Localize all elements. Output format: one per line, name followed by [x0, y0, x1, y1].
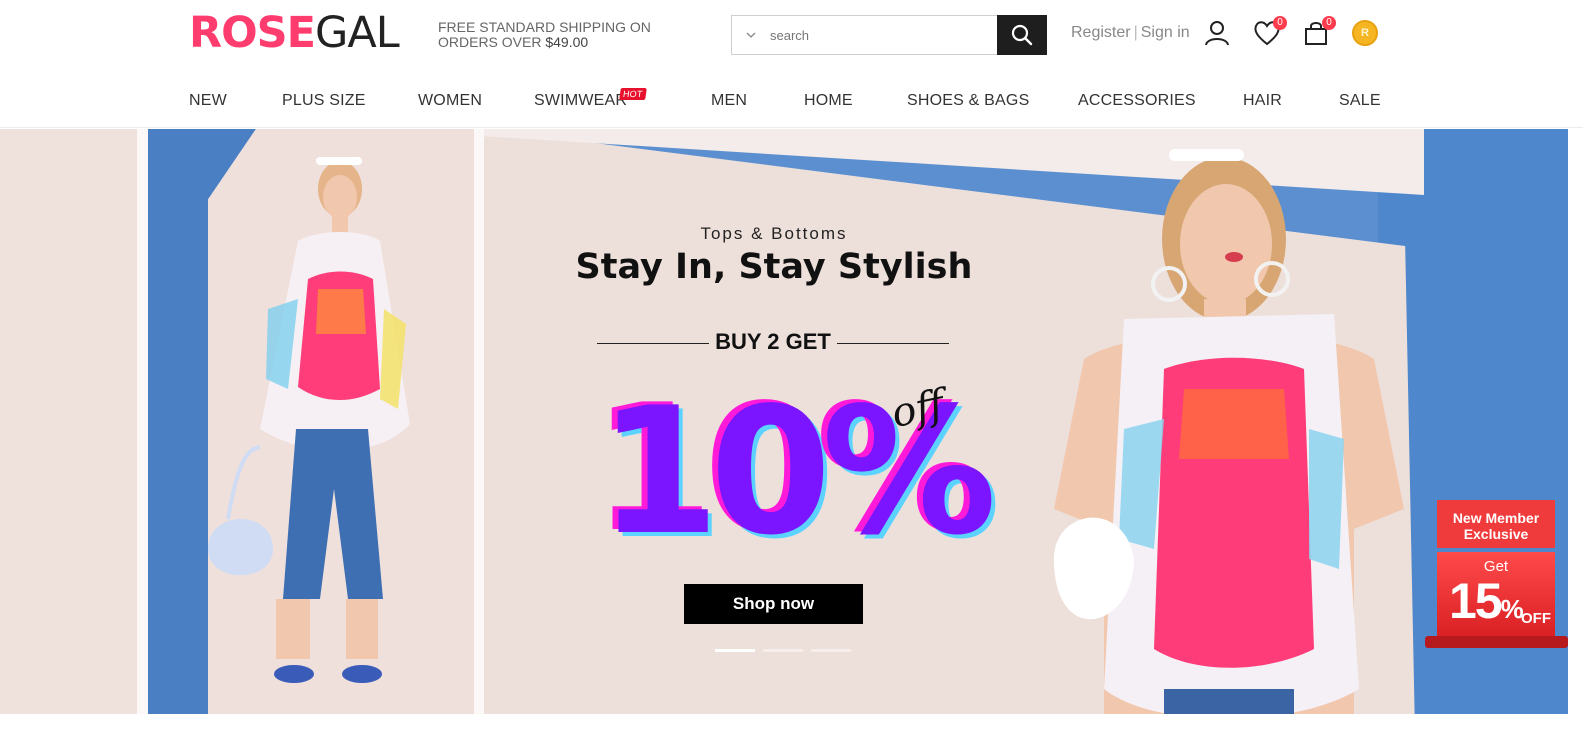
account-links: Register | Sign in	[1071, 24, 1190, 42]
shipping-notice: FREE STANDARD SHIPPING ON ORDERS OVER $4…	[438, 20, 708, 50]
member-offer-base	[1425, 636, 1568, 648]
register-link[interactable]: Register	[1071, 24, 1131, 41]
banner-image-left[interactable]	[148, 129, 474, 714]
nav-item-swimwear-label: SWIMWEAR	[534, 92, 628, 109]
carousel-dot[interactable]	[715, 649, 755, 652]
shipping-amount: $49.00	[545, 34, 589, 50]
nav-item-sale[interactable]: SALE	[1339, 92, 1381, 110]
wishlist-button[interactable]: 0	[1252, 16, 1287, 48]
user-button[interactable]	[1202, 18, 1232, 48]
model-photo-right	[1054, 149, 1404, 714]
promo-buy-text: BUY 2 GET	[715, 329, 831, 354]
nav-item-shoes-bags[interactable]: SHOES & BAGS	[907, 92, 1029, 110]
nav-item-plus-size[interactable]: PLUS SIZE	[282, 92, 366, 110]
promo-headline: Stay In, Stay Stylish	[575, 247, 973, 287]
new-member-offer-widget[interactable]: New Member Exclusive Get 15% OFF	[1425, 500, 1568, 650]
coin-icon[interactable]: R	[1352, 20, 1378, 46]
promo-discount-graphic: 10% 10% 10% off	[592, 368, 1006, 551]
model-photo-left	[208, 157, 410, 683]
nav-item-hair[interactable]: HAIR	[1243, 92, 1282, 110]
promo-kicker: Tops & Bottoms	[700, 224, 848, 243]
nav-item-swimwear[interactable]: SWIMWEAR HOT	[534, 88, 647, 110]
member-percent-sign: %	[1500, 594, 1524, 624]
main-nav: NEW PLUS SIZE WOMEN SWIMWEAR HOT MEN HOM…	[0, 70, 1583, 128]
site-header: ROSEGAL FREE STANDARD SHIPPING ON ORDERS…	[0, 0, 1583, 70]
member-offer-title: New Member Exclusive	[1437, 500, 1555, 548]
promo-block: Tops & Bottoms Stay In, Stay Stylish BUY…	[484, 129, 1064, 714]
hero-carousel[interactable]: Tops & Bottoms Stay In, Stay Stylish BUY…	[0, 129, 1568, 714]
nav-item-women[interactable]: WOMEN	[418, 92, 482, 110]
promo-offer-line: BUY 2 GET	[597, 329, 949, 359]
chevron-down-icon[interactable]	[744, 28, 758, 42]
wishlist-count-badge: 0	[1273, 16, 1287, 30]
banner-divider	[137, 129, 148, 714]
member-title-line2: Exclusive	[1463, 526, 1529, 542]
search-bar	[731, 15, 1047, 55]
nav-item-new[interactable]: NEW	[189, 92, 227, 110]
user-icon	[1205, 21, 1229, 46]
search-button[interactable]	[997, 15, 1047, 55]
brand-logo[interactable]: ROSEGAL	[189, 8, 400, 58]
logo-part-rose: ROSE	[189, 8, 316, 58]
banner-side-panel	[0, 129, 137, 714]
nav-item-home[interactable]: HOME	[804, 92, 853, 110]
member-title-line1: New Member	[1452, 510, 1540, 526]
search-input[interactable]	[770, 22, 990, 48]
member-offer-body: Get 15% OFF	[1437, 552, 1555, 638]
hot-badge: HOT	[619, 88, 647, 100]
nav-item-accessories[interactable]: ACCESSORIES	[1078, 92, 1196, 110]
cart-count-badge: 0	[1322, 16, 1336, 30]
logo-part-gal: GAL	[315, 8, 400, 58]
shop-now-button[interactable]: Shop now	[684, 584, 863, 624]
account-separator: |	[1133, 24, 1138, 41]
carousel-dot[interactable]	[763, 649, 803, 652]
member-percent: 15%	[1449, 572, 1524, 630]
search-icon	[1011, 24, 1033, 46]
cart-button[interactable]: 0	[1301, 16, 1336, 48]
nav-item-men[interactable]: MEN	[711, 92, 747, 110]
member-off-label: OFF	[1521, 610, 1551, 627]
carousel-indicators	[715, 649, 855, 652]
banner-divider	[474, 129, 484, 714]
member-percent-value: 15	[1449, 573, 1503, 629]
carousel-dot[interactable]	[811, 649, 851, 652]
divider-line	[837, 343, 949, 344]
divider-line	[597, 343, 709, 344]
sign-in-link[interactable]: Sign in	[1141, 24, 1190, 41]
